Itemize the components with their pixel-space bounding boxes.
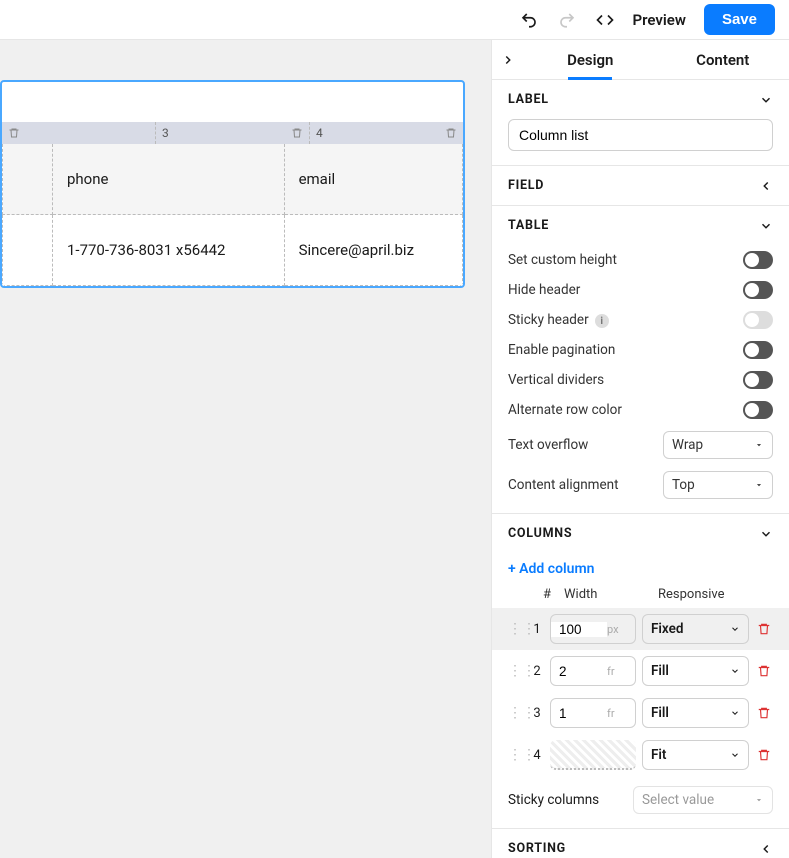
select-text-overflow[interactable]: Wrap (663, 431, 773, 459)
toggle-vertical-dividers[interactable] (743, 371, 773, 389)
select-content-alignment[interactable]: Top (663, 471, 773, 499)
column-number: 4 (530, 748, 544, 763)
section-label-header[interactable]: LABEL (492, 80, 789, 119)
chevron-left-icon (759, 842, 773, 856)
trash-icon[interactable] (445, 127, 457, 139)
section-field-header[interactable]: FIELD (492, 166, 789, 205)
column-config-row[interactable]: ⋮⋮ 1 px Fixed (492, 608, 789, 650)
column-number: 2 (530, 664, 544, 679)
opt-pagination-label: Enable pagination (508, 342, 615, 358)
toggle-alternate-row[interactable] (743, 401, 773, 419)
opt-sticky-header-label: Sticky header (508, 312, 589, 328)
code-icon[interactable] (595, 10, 615, 30)
opt-alternate-row-label: Alternate row color (508, 402, 622, 418)
trash-icon[interactable] (291, 127, 303, 139)
width-field[interactable] (551, 706, 607, 721)
column-handle-label: 4 (316, 126, 323, 140)
chevron-left-icon (759, 179, 773, 193)
opt-content-alignment-label: Content alignment (508, 477, 619, 493)
delete-column-icon[interactable] (755, 622, 773, 636)
redo-icon (557, 10, 577, 30)
toggle-hide-header[interactable] (743, 281, 773, 299)
column-handle-label: 3 (162, 126, 169, 140)
opt-custom-height-label: Set custom height (508, 252, 617, 268)
column-config-row[interactable]: ⋮⋮ 3 fr Fill (492, 692, 789, 734)
chevron-down-icon (730, 666, 740, 676)
sticky-columns-label: Sticky columns (508, 792, 599, 808)
section-sorting-header[interactable]: SORTING (492, 829, 789, 858)
delete-column-icon[interactable] (755, 664, 773, 678)
data-table: phone email 1-770-736-8031 x56442 Sincer… (2, 144, 463, 286)
chevron-down-icon (759, 527, 773, 541)
column-number: 3 (530, 706, 544, 721)
preview-link[interactable]: Preview (633, 11, 686, 29)
caret-down-icon (754, 480, 764, 490)
opt-text-overflow-label: Text overflow (508, 437, 588, 453)
column-config-row[interactable]: ⋮⋮ 4 Fit (492, 734, 789, 776)
delete-column-icon[interactable] (755, 706, 773, 720)
tab-content[interactable]: Content (657, 40, 789, 80)
width-input-disabled (550, 740, 636, 770)
column-number: 1 (530, 622, 544, 637)
width-input[interactable]: fr (550, 656, 636, 686)
col-header-responsive: Responsive (650, 587, 773, 602)
cell: 1-770-736-8031 x56442 (53, 215, 285, 286)
delete-column-icon[interactable] (755, 748, 773, 762)
responsive-select[interactable]: Fill (642, 698, 749, 728)
select-sticky-columns[interactable]: Select value (633, 786, 773, 814)
width-unit: px (607, 623, 625, 636)
drag-handle-icon[interactable]: ⋮⋮ (508, 747, 524, 763)
cell: Sincere@april.biz (284, 215, 462, 286)
expand-panel-icon[interactable] (492, 40, 524, 80)
caret-down-icon (754, 440, 764, 450)
column-handle[interactable] (2, 122, 155, 144)
toggle-pagination[interactable] (743, 341, 773, 359)
save-button[interactable]: Save (704, 4, 775, 35)
opt-vertical-dividers-label: Vertical dividers (508, 372, 604, 388)
header-cell: phone (53, 144, 285, 215)
width-unit: fr (607, 707, 621, 720)
section-table-header[interactable]: TABLE (492, 206, 789, 245)
width-field[interactable] (551, 664, 607, 679)
caret-down-icon (754, 795, 764, 805)
width-input[interactable]: fr (550, 698, 636, 728)
add-column-button[interactable]: + Add column (492, 553, 789, 581)
chevron-down-icon (730, 708, 740, 718)
drag-handle-icon[interactable]: ⋮⋮ (508, 663, 524, 679)
responsive-select[interactable]: Fixed (642, 614, 749, 644)
responsive-select[interactable]: Fill (642, 656, 749, 686)
table-row: 1-770-736-8031 x56442 Sincere@april.biz (3, 215, 463, 286)
opt-hide-header-label: Hide header (508, 282, 580, 298)
chevron-down-icon (759, 93, 773, 107)
width-unit: fr (607, 665, 621, 678)
column-config-row[interactable]: ⋮⋮ 2 fr Fill (492, 650, 789, 692)
trash-icon[interactable] (8, 127, 20, 139)
toggle-sticky-header[interactable] (743, 311, 773, 329)
col-header-width: Width (558, 587, 650, 602)
header-cell: email (284, 144, 462, 215)
chevron-down-icon (759, 219, 773, 233)
label-input[interactable] (508, 119, 773, 151)
responsive-select[interactable]: Fit (642, 740, 749, 770)
tab-design[interactable]: Design (524, 40, 657, 80)
table-widget[interactable]: 3 4 phone email (0, 80, 465, 288)
width-field[interactable] (551, 622, 607, 637)
drag-handle-icon[interactable]: ⋮⋮ (508, 621, 524, 637)
col-header-num: # (536, 587, 558, 602)
undo-icon[interactable] (519, 10, 539, 30)
chevron-down-icon (730, 750, 740, 760)
width-input[interactable]: px (550, 614, 636, 644)
drag-handle-icon[interactable]: ⋮⋮ (508, 705, 524, 721)
column-handle[interactable]: 4 (309, 122, 463, 144)
info-icon[interactable]: i (595, 314, 609, 328)
column-handle[interactable]: 3 (155, 122, 309, 144)
chevron-down-icon (730, 624, 740, 634)
canvas-area[interactable]: 3 4 phone email (0, 40, 491, 858)
section-columns-header[interactable]: COLUMNS (492, 514, 789, 553)
toggle-custom-height[interactable] (743, 251, 773, 269)
